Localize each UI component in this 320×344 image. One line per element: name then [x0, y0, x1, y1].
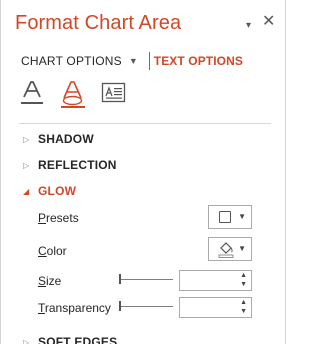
spin-down-icon[interactable]: ▼ — [240, 281, 247, 289]
section-soft-edges[interactable]: ▷ SOFT EDGES — [23, 334, 117, 344]
size-label: Size — [38, 274, 62, 288]
textbox-icon[interactable] — [101, 80, 127, 108]
transparency-label: Transparency — [38, 301, 111, 315]
size-slider[interactable] — [119, 273, 173, 285]
color-picker-dropdown[interactable]: ▼ — [208, 237, 252, 261]
slider-track — [121, 306, 173, 307]
transparency-slider[interactable] — [119, 300, 173, 312]
spin-down-icon[interactable]: ▼ — [240, 308, 247, 316]
presets-label: Presets — [38, 211, 79, 225]
pane-options-dropdown-icon[interactable]: ▾ — [246, 18, 251, 34]
spin-up-icon[interactable]: ▲ — [240, 272, 247, 280]
chevron-down-icon: ▼ — [238, 212, 246, 221]
text-fill-outline-icon[interactable] — [20, 80, 46, 108]
presets-dropdown[interactable]: ▼ — [208, 205, 252, 229]
chart-options-tab[interactable]: CHART OPTIONS — [21, 54, 122, 68]
collapse-arrow-icon: ◢ — [23, 186, 30, 196]
expand-arrow-icon: ▷ — [23, 160, 30, 170]
spin-up-icon[interactable]: ▲ — [240, 299, 247, 307]
options-switcher: CHART OPTIONS ▼ TEXT OPTIONS — [21, 52, 243, 70]
transparency-spinbox[interactable]: ▲ ▼ — [179, 297, 252, 318]
section-label: REFLECTION — [38, 158, 117, 172]
paint-bucket-icon — [218, 241, 234, 263]
expand-arrow-icon: ▷ — [23, 337, 30, 344]
text-effects-icon[interactable] — [61, 80, 85, 108]
expand-arrow-icon: ▷ — [23, 134, 30, 144]
color-label: Color — [38, 244, 67, 258]
chevron-down-icon: ▼ — [238, 244, 246, 253]
close-icon[interactable]: ✕ — [262, 14, 275, 30]
slider-thumb[interactable] — [119, 274, 121, 284]
options-separator — [148, 52, 150, 70]
format-chart-area-pane: Format Chart Area ▾ ✕ CHART OPTIONS ▼ TE… — [0, 0, 286, 344]
section-reflection[interactable]: ▷ REFLECTION — [23, 157, 117, 173]
pane-title: Format Chart Area — [15, 12, 182, 34]
section-label: SOFT EDGES — [38, 335, 118, 344]
chevron-down-icon[interactable]: ▼ — [129, 56, 138, 66]
section-shadow[interactable]: ▷ SHADOW — [23, 131, 94, 147]
slider-track — [121, 279, 173, 280]
slider-thumb[interactable] — [119, 301, 121, 311]
glow-preset-swatch-icon — [219, 211, 231, 223]
text-options-tab[interactable]: TEXT OPTIONS — [154, 54, 243, 68]
section-label: GLOW — [38, 184, 77, 198]
size-spinbox[interactable]: ▲ ▼ — [179, 270, 252, 291]
tab-divider — [19, 123, 271, 124]
section-glow[interactable]: ◢ GLOW — [23, 183, 76, 199]
section-label: SHADOW — [38, 132, 94, 146]
